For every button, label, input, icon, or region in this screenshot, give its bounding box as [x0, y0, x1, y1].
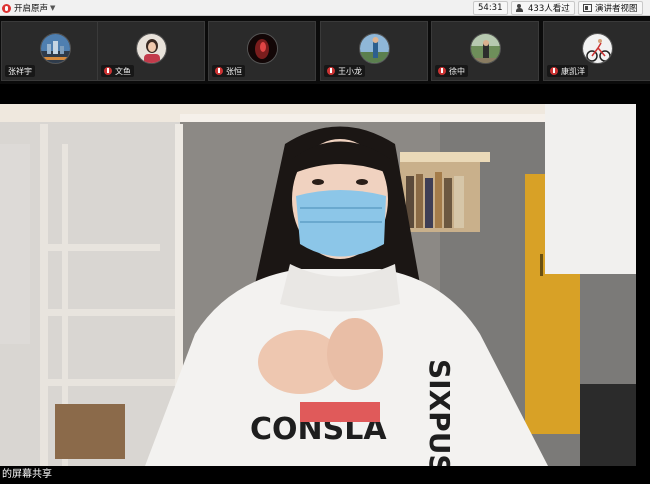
- main-video-view[interactable]: CONSLA SIXPUS: [0, 104, 636, 466]
- participant-name: 王小龙: [338, 66, 362, 76]
- view-mode-button[interactable]: 演讲者视图: [578, 1, 643, 15]
- avatar: [40, 33, 71, 64]
- original-sound-label: 开启原声: [14, 4, 49, 14]
- participant-label: 张祥宇: [5, 65, 35, 77]
- participant-name: 徐中: [449, 66, 465, 76]
- muted-mic-icon: [550, 67, 558, 75]
- participant-strip: 张祥宇 文鱼 张恒 王小龙 徐中 康凯洋: [0, 16, 650, 84]
- meeting-timer: 54:31: [473, 1, 508, 15]
- chevron-down-icon: ▼: [50, 4, 56, 12]
- people-icon: [516, 4, 525, 12]
- participant-name: 康凯洋: [561, 66, 585, 76]
- muted-mic-icon: [215, 67, 223, 75]
- muted-mic-icon: [438, 67, 446, 75]
- muted-mic-icon: [104, 67, 112, 75]
- svg-text:SIXPUS: SIXPUS: [423, 359, 456, 466]
- participant-name: 张恒: [226, 66, 242, 76]
- speaker-video-frame: CONSLA SIXPUS: [0, 104, 636, 466]
- speaker-view-icon: [583, 4, 592, 12]
- avatar: [136, 33, 167, 64]
- right-margin: [636, 84, 650, 466]
- participant-name: 文鱼: [115, 66, 131, 76]
- participant-tile[interactable]: 文鱼: [97, 21, 205, 81]
- participant-tile[interactable]: 康凯洋: [543, 21, 650, 81]
- participant-label: 徐中: [435, 65, 468, 77]
- avatar: [470, 33, 501, 64]
- microphone-icon: [2, 3, 11, 13]
- timer-text: 54:31: [478, 3, 503, 13]
- participant-name: 张祥宇: [8, 66, 32, 76]
- view-mode-label: 演讲者视图: [595, 4, 638, 14]
- screen-share-caption: 的屏幕共享: [0, 466, 650, 484]
- participant-label: 康凯洋: [547, 65, 588, 77]
- participant-label: 文鱼: [101, 65, 134, 77]
- top-toolbar: 开启原声 ▼ 54:31 433人看过 演讲者视图: [0, 0, 650, 16]
- caption-text: 的屏幕共享: [2, 469, 52, 480]
- sound-dropdown[interactable]: ▼: [50, 1, 55, 15]
- avatar: [359, 33, 390, 64]
- muted-mic-icon: [327, 67, 335, 75]
- participant-tile[interactable]: 张恒: [208, 21, 316, 81]
- participant-tile[interactable]: 张祥宇: [1, 21, 109, 81]
- participant-tile[interactable]: 徐中: [431, 21, 539, 81]
- participant-tile[interactable]: 王小龙: [320, 21, 428, 81]
- participant-label: 王小龙: [324, 65, 365, 77]
- viewers-button[interactable]: 433人看过: [511, 1, 575, 15]
- original-sound-toggle[interactable]: 开启原声: [2, 1, 48, 15]
- avatar: [247, 33, 278, 64]
- avatar: [582, 33, 613, 64]
- participant-label: 张恒: [212, 65, 245, 77]
- viewers-count: 433人看过: [528, 4, 570, 14]
